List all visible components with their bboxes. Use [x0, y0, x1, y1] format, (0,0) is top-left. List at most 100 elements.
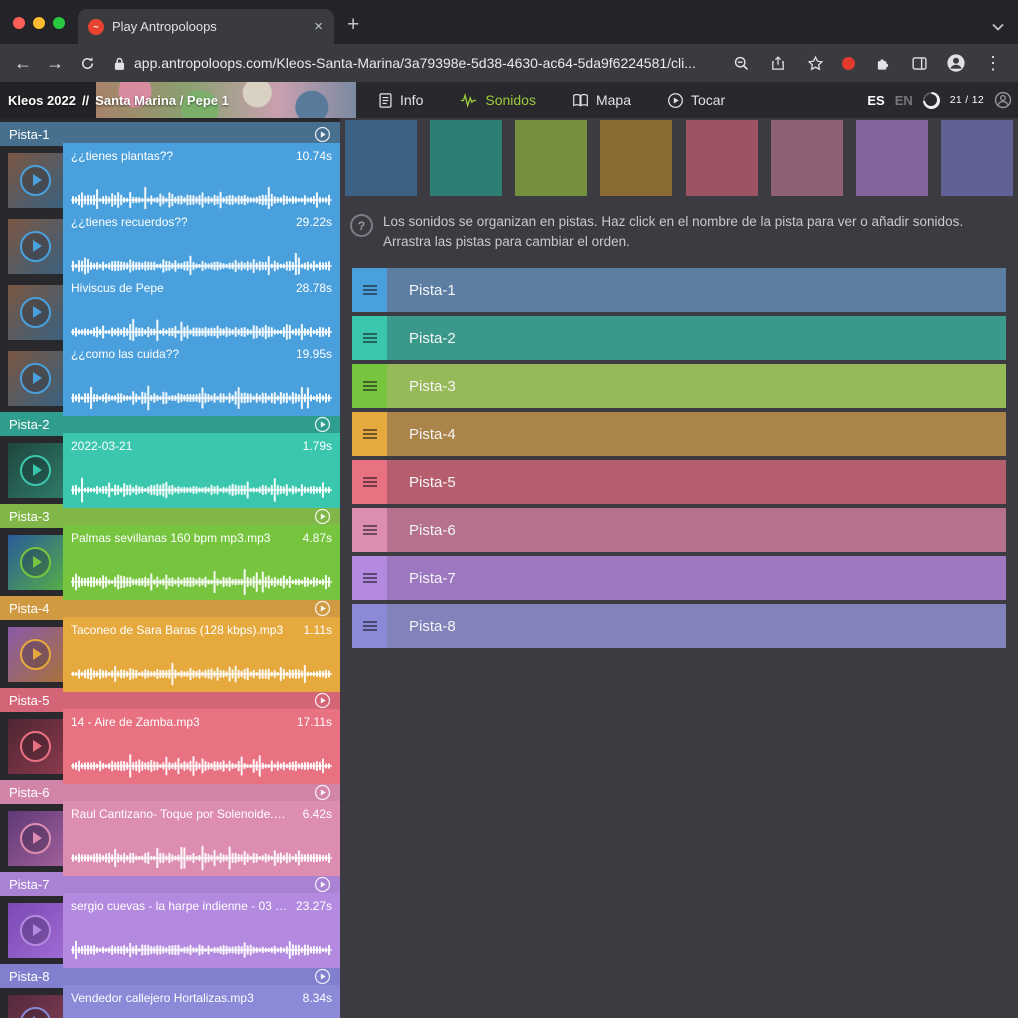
sound-waveform[interactable]	[71, 569, 332, 595]
sound-item[interactable]: 14 - Aire de Zamba.mp317.11s	[0, 714, 340, 778]
sound-play-icon[interactable]	[20, 823, 51, 854]
side-panel-icon[interactable]	[904, 48, 934, 78]
sound-play-icon[interactable]	[20, 639, 51, 670]
browser-menu-dots-icon[interactable]: ⋮	[978, 48, 1008, 78]
window-minimize-button[interactable]	[33, 17, 45, 29]
sound-play-icon[interactable]	[20, 297, 51, 328]
drag-handle[interactable]	[352, 412, 387, 456]
tab-close-icon[interactable]: ×	[311, 18, 326, 35]
track-row-label[interactable]: Pista-8	[387, 618, 456, 635]
track-play-icon[interactable]	[314, 600, 331, 617]
forward-button[interactable]: →	[40, 48, 70, 78]
sound-item[interactable]: ¿¿como las cuida??19.95s	[0, 346, 340, 410]
profile-avatar[interactable]	[941, 48, 971, 78]
track-swatch-pista-6[interactable]	[771, 120, 843, 196]
sound-play-icon[interactable]	[20, 231, 51, 262]
track-row-label[interactable]: Pista-3	[387, 378, 456, 395]
sound-play-icon[interactable]	[20, 1007, 51, 1018]
address-bar[interactable]: app.antropoloops.com/Kleos-Santa-Marina/…	[104, 55, 724, 71]
reload-button[interactable]	[72, 48, 102, 78]
track-play-icon[interactable]	[314, 876, 331, 893]
sound-play-icon[interactable]	[20, 547, 51, 578]
track-swatch-pista-3[interactable]	[515, 120, 587, 196]
drag-handle[interactable]	[352, 316, 387, 360]
drag-handle[interactable]	[352, 604, 387, 648]
track-play-icon[interactable]	[314, 968, 331, 985]
tab-sonidos[interactable]: Sonidos	[459, 92, 536, 109]
track-swatch-pista-4[interactable]	[600, 120, 672, 196]
sound-item[interactable]: ¿¿tienes plantas??10.74s	[0, 148, 340, 212]
sound-thumbnail[interactable]	[8, 351, 63, 406]
tab-search-chevron-icon[interactable]	[992, 23, 1004, 31]
track-row-pista-7[interactable]: Pista-7	[352, 556, 1006, 600]
sound-thumbnail[interactable]	[8, 535, 63, 590]
lang-es-button[interactable]: ES	[867, 93, 884, 108]
drag-handle[interactable]	[352, 556, 387, 600]
track-row-label[interactable]: Pista-6	[387, 522, 456, 539]
track-row-pista-3[interactable]: Pista-3	[352, 364, 1006, 408]
track-play-icon[interactable]	[314, 692, 331, 709]
sound-item[interactable]: sergio cuevas - la harpe indienne - 03 -…	[0, 898, 340, 962]
sound-play-icon[interactable]	[20, 165, 51, 196]
sound-waveform[interactable]	[71, 753, 332, 779]
sound-thumbnail[interactable]	[8, 627, 63, 682]
sound-thumbnail[interactable]	[8, 285, 63, 340]
sound-item[interactable]: ¿¿tienes recuerdos??29.22s	[0, 214, 340, 278]
sound-item[interactable]: Taconeo de Sara Baras (128 kbps).mp31.11…	[0, 622, 340, 686]
sound-thumbnail[interactable]	[8, 903, 63, 958]
track-swatch-pista-1[interactable]	[345, 120, 417, 196]
extensions-puzzle-icon[interactable]	[867, 48, 897, 78]
drag-handle[interactable]	[352, 508, 387, 552]
sound-waveform[interactable]	[71, 937, 332, 963]
tab-tocar[interactable]: Tocar	[667, 92, 725, 109]
track-play-icon[interactable]	[314, 416, 331, 433]
account-icon[interactable]	[994, 91, 1012, 109]
sound-thumbnail[interactable]	[8, 811, 63, 866]
track-play-icon[interactable]	[314, 508, 331, 525]
track-row-pista-4[interactable]: Pista-4	[352, 412, 1006, 456]
tab-mapa[interactable]: Mapa	[572, 92, 631, 108]
sound-item[interactable]: 2022-03-211.79s	[0, 438, 340, 502]
track-row-label[interactable]: Pista-4	[387, 426, 456, 443]
url-text[interactable]: app.antropoloops.com/Kleos-Santa-Marina/…	[134, 55, 696, 71]
drag-handle[interactable]	[352, 460, 387, 504]
sound-play-icon[interactable]	[20, 455, 51, 486]
window-close-button[interactable]	[13, 17, 25, 29]
recording-extension-icon[interactable]	[842, 57, 855, 70]
zoom-icon[interactable]	[726, 48, 756, 78]
breadcrumb-project[interactable]: Kleos 2022	[8, 93, 76, 108]
track-row-label[interactable]: Pista-2	[387, 330, 456, 347]
track-row-label[interactable]: Pista-5	[387, 474, 456, 491]
lang-en-button[interactable]: EN	[895, 93, 913, 108]
sound-waveform[interactable]	[71, 385, 332, 411]
window-zoom-button[interactable]	[53, 17, 65, 29]
breadcrumb-path[interactable]: Santa Marina / Pepe 1	[95, 93, 229, 108]
sound-item[interactable]: Vendedor callejero Hortalizas.mp38.34s	[0, 990, 340, 1018]
sound-item[interactable]: Hiviscus de Pepe28.78s	[0, 280, 340, 344]
track-row-pista-6[interactable]: Pista-6	[352, 508, 1006, 552]
sound-play-icon[interactable]	[20, 731, 51, 762]
bookmark-star-icon[interactable]	[800, 48, 830, 78]
sound-item[interactable]: Palmas sevillanas 160 bpm mp3.mp34.87s	[0, 530, 340, 594]
new-tab-button[interactable]: +	[347, 14, 359, 35]
track-swatch-pista-2[interactable]	[430, 120, 502, 196]
track-swatch-pista-7[interactable]	[856, 120, 928, 196]
track-swatch-pista-8[interactable]	[941, 120, 1013, 196]
sound-waveform[interactable]	[71, 845, 332, 871]
breadcrumb[interactable]: Kleos 2022 // Santa Marina / Pepe 1	[0, 82, 356, 118]
sound-waveform[interactable]	[71, 661, 332, 687]
sound-item[interactable]: Raul Cantizano- Toque por Solenoide.mp36…	[0, 806, 340, 870]
share-icon[interactable]	[763, 48, 793, 78]
track-row-pista-5[interactable]: Pista-5	[352, 460, 1006, 504]
browser-tab[interactable]: ~ Play Antropoloops ×	[78, 9, 334, 44]
track-swatch-pista-5[interactable]	[686, 120, 758, 196]
back-button[interactable]: ←	[8, 48, 38, 78]
sound-thumbnail[interactable]	[8, 995, 63, 1018]
sound-waveform[interactable]	[71, 477, 332, 503]
sound-thumbnail[interactable]	[8, 719, 63, 774]
track-row-label[interactable]: Pista-1	[387, 282, 456, 299]
drag-handle[interactable]	[352, 364, 387, 408]
sound-thumbnail[interactable]	[8, 153, 63, 208]
track-row-pista-1[interactable]: Pista-1	[352, 268, 1006, 312]
sound-thumbnail[interactable]	[8, 443, 63, 498]
